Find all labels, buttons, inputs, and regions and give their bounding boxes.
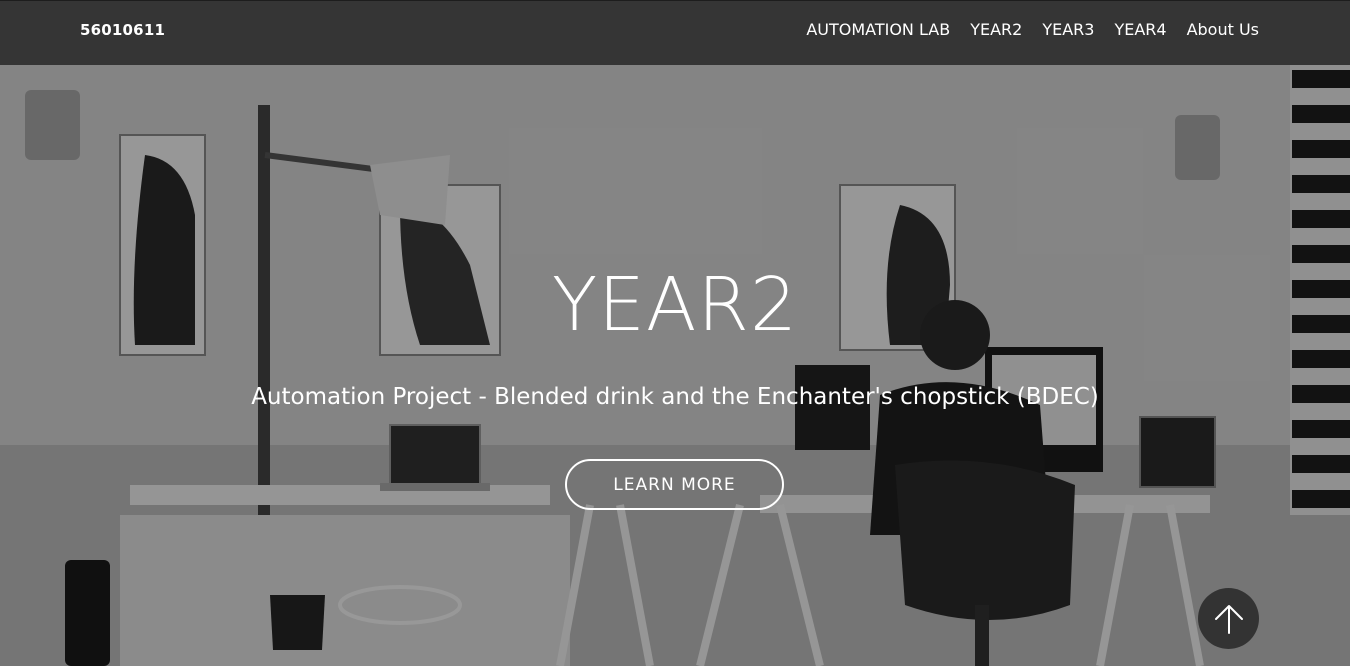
- hero-title: YEAR2: [551, 262, 799, 348]
- hero-subtitle: Automation Project - Blended drink and t…: [251, 384, 1099, 410]
- brand-link[interactable]: 56010611: [80, 21, 165, 39]
- hero-overlay: [0, 65, 1350, 666]
- nav-link-automation-lab[interactable]: AUTOMATION LAB: [806, 20, 950, 39]
- nav-link-year2[interactable]: YEAR2: [970, 20, 1022, 39]
- nav-link-year4[interactable]: YEAR4: [1114, 20, 1166, 39]
- hero-section: YEAR2 Automation Project - Blended drink…: [0, 65, 1350, 666]
- back-to-top-button[interactable]: [1198, 588, 1259, 649]
- page: 56010611 AUTOMATION LAB YEAR2 YEAR3 YEAR…: [0, 0, 1350, 666]
- nav-links: AUTOMATION LAB YEAR2 YEAR3 YEAR4 About U…: [806, 20, 1259, 39]
- arrow-up-icon: [1214, 604, 1243, 634]
- nav-link-year3[interactable]: YEAR3: [1042, 20, 1094, 39]
- navbar: 56010611 AUTOMATION LAB YEAR2 YEAR3 YEAR…: [0, 0, 1350, 65]
- learn-more-button[interactable]: LEARN MORE: [565, 459, 784, 510]
- nav-link-about-us[interactable]: About Us: [1187, 20, 1259, 39]
